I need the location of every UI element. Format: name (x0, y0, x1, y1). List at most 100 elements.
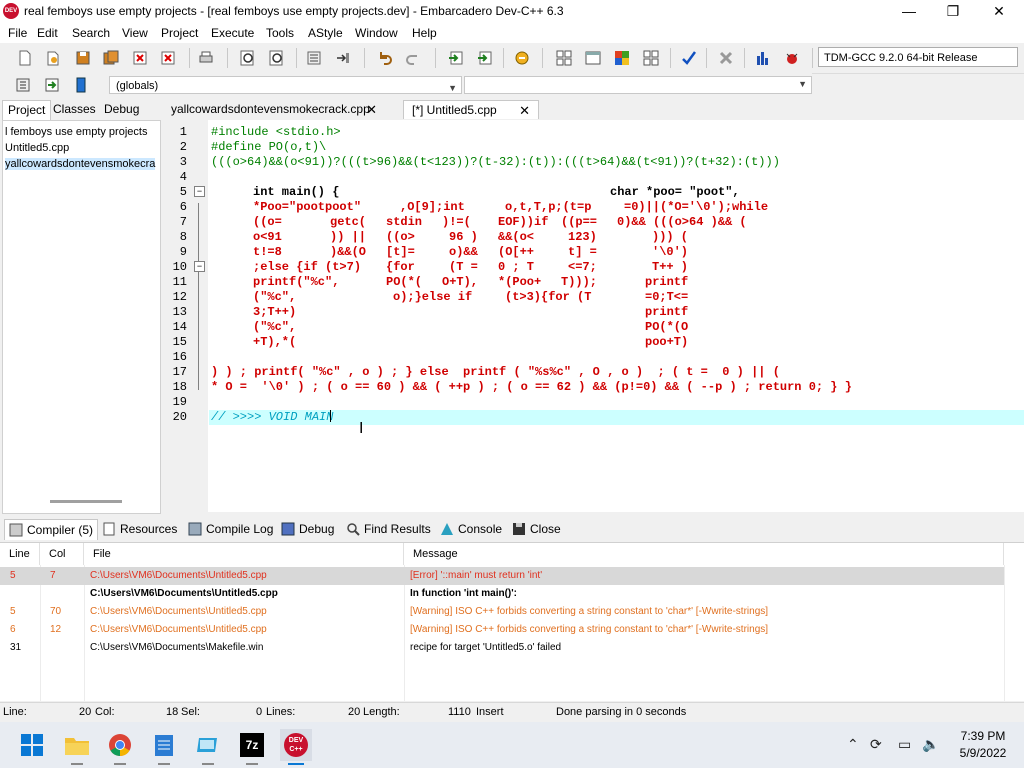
syntax-check-icon[interactable] (680, 49, 698, 67)
editor-tab[interactable]: yallcowardsdontevensmokecrack.cpp ✕ (163, 100, 385, 119)
chrome-icon[interactable] (104, 729, 136, 765)
app-window-icon[interactable] (192, 729, 224, 765)
compiler-set-select[interactable]: TDM-GCC 9.2.0 64-bit Release (818, 47, 1018, 67)
tab-project[interactable]: Project (2, 100, 52, 120)
code-editor[interactable]: − − 1 2 3 4 5 6 7 8 9 10 11 12 13 14 15 … (165, 120, 1024, 512)
menu-search[interactable]: Search (72, 26, 110, 40)
remove-from-project-icon[interactable] (476, 49, 494, 67)
cell-col: 70 (50, 606, 62, 617)
7zip-icon[interactable]: 7z (236, 729, 268, 765)
chevron-down-icon[interactable]: ▼ (798, 79, 807, 89)
code-token: <=7; (568, 260, 597, 274)
code-token: )!=( (442, 215, 471, 229)
code-line: ) ) ; printf( "%c" , o ) ; } else printf… (211, 365, 780, 379)
new-file-icon[interactable] (16, 49, 34, 67)
tab-classes[interactable]: Classes (48, 100, 101, 119)
table-row[interactable]: 5 7 C:\Users\VM6\Documents\Untitled5.cpp… (0, 567, 1004, 585)
tab-find-results[interactable]: Find Results (342, 519, 450, 539)
menu-bar: File Edit Search View Project Execute To… (0, 23, 1024, 43)
scope-combo[interactable]: (globals) ▼ (109, 76, 462, 94)
menu-file[interactable]: File (8, 26, 27, 40)
taskbar-clock[interactable]: 7:39 PM 5/9/2022 (948, 728, 1018, 762)
project-options-icon[interactable] (513, 49, 531, 67)
tab-close[interactable]: Close (508, 519, 584, 539)
menu-project[interactable]: Project (161, 26, 198, 40)
goto-bookmark-icon[interactable] (72, 76, 90, 94)
redo-icon[interactable] (404, 49, 422, 67)
chevron-up-icon[interactable]: ⌃ (847, 736, 859, 753)
run-icon[interactable] (584, 49, 602, 67)
function-combo[interactable]: ▼ (464, 76, 812, 94)
minimize-button[interactable]: — (886, 0, 932, 23)
stop-execution-icon[interactable] (717, 49, 735, 67)
menu-tools[interactable]: Tools (266, 26, 294, 40)
fold-guide (198, 203, 199, 390)
menu-astyle[interactable]: AStyle (308, 26, 343, 40)
menu-execute[interactable]: Execute (211, 26, 254, 40)
add-to-project-icon[interactable] (447, 49, 465, 67)
project-file-item[interactable]: yallcowardsdontevensmokecra (5, 158, 156, 170)
close-file-icon[interactable] (131, 49, 149, 67)
line-number: 6 (179, 200, 187, 214)
debug-icon[interactable] (783, 49, 801, 67)
tab-compiler[interactable]: Compiler (5) (4, 519, 98, 540)
network-icon[interactable]: ▭ (898, 736, 911, 753)
tab-debug[interactable]: Debug (99, 100, 144, 119)
devcpp-taskbar-icon[interactable]: DEV C++ (280, 729, 312, 765)
sync-icon[interactable]: ⟳ (870, 736, 882, 753)
save-all-icon[interactable] (102, 49, 120, 67)
code-token: printf (645, 275, 689, 289)
horizontal-scrollbar[interactable] (50, 500, 122, 503)
undo-icon[interactable] (376, 49, 394, 67)
code-token: t] = (568, 245, 597, 259)
close-icon[interactable]: ✕ (366, 100, 377, 119)
close-window-button[interactable]: ✕ (976, 0, 1022, 23)
menu-help[interactable]: Help (412, 26, 437, 40)
table-row[interactable]: C:\Users\VM6\Documents\Untitled5.cpp In … (0, 585, 1004, 603)
windows-start-icon[interactable] (16, 729, 48, 761)
goto-line-icon[interactable] (334, 49, 352, 67)
code-token: )) || (330, 230, 367, 244)
table-row[interactable]: 5 70 C:\Users\VM6\Documents\Untitled5.cp… (0, 603, 1004, 621)
indent-icon[interactable] (305, 49, 323, 67)
print-icon[interactable] (197, 49, 215, 67)
clock-time: 7:39 PM (960, 729, 1006, 743)
column-header-line[interactable]: Line (0, 543, 40, 565)
replace-icon[interactable] (268, 49, 286, 67)
fold-minus-icon[interactable]: − (194, 186, 205, 197)
devcpp-app-icon[interactable]: DEV (3, 3, 19, 19)
table-row[interactable]: 31 C:\Users\VM6\Documents\Makefile.win r… (0, 639, 1004, 657)
editor-tab-label: yallcowardsdontevensmokecrack.cpp (171, 102, 370, 116)
profile-icon[interactable] (754, 49, 772, 67)
line-number: 12 (172, 290, 187, 304)
project-file-item[interactable]: Untitled5.cpp (5, 142, 69, 154)
editor-tab-active[interactable]: [*] Untitled5.cpp ✕ (403, 100, 539, 119)
maximize-button[interactable]: ❐ (930, 0, 976, 23)
column-header-col[interactable]: Col (40, 543, 84, 565)
code-line: #include <stdio.h> (211, 125, 341, 139)
compile-run-icon[interactable] (613, 49, 631, 67)
compile-icon[interactable] (555, 49, 573, 67)
fold-minus-icon[interactable]: − (194, 261, 205, 272)
table-row[interactable]: 6 12 C:\Users\VM6\Documents\Untitled5.cp… (0, 621, 1004, 639)
chevron-down-icon[interactable]: ▼ (448, 79, 457, 97)
rebuild-all-icon[interactable] (642, 49, 660, 67)
save-icon[interactable] (74, 49, 92, 67)
toggle-bookmark-icon[interactable] (43, 76, 61, 94)
menu-view[interactable]: View (122, 26, 148, 40)
close-all-icon[interactable] (159, 49, 177, 67)
tab-resources[interactable]: Resources (98, 519, 198, 539)
insert-icon[interactable] (14, 76, 32, 94)
notepad-icon[interactable] (148, 729, 180, 765)
open-file-icon[interactable] (44, 49, 62, 67)
close-icon[interactable]: ✕ (519, 101, 530, 120)
project-root-item[interactable]: l femboys use empty projects (5, 126, 147, 138)
find-icon[interactable] (239, 49, 257, 67)
menu-window[interactable]: Window (355, 26, 398, 40)
menu-edit[interactable]: Edit (37, 26, 58, 40)
code-token: t!=8 (253, 245, 282, 259)
column-header-message[interactable]: Message (404, 543, 1004, 565)
file-explorer-icon[interactable] (61, 729, 93, 765)
volume-icon[interactable]: 🔈 (922, 736, 939, 753)
column-header-file[interactable]: File (84, 543, 404, 565)
